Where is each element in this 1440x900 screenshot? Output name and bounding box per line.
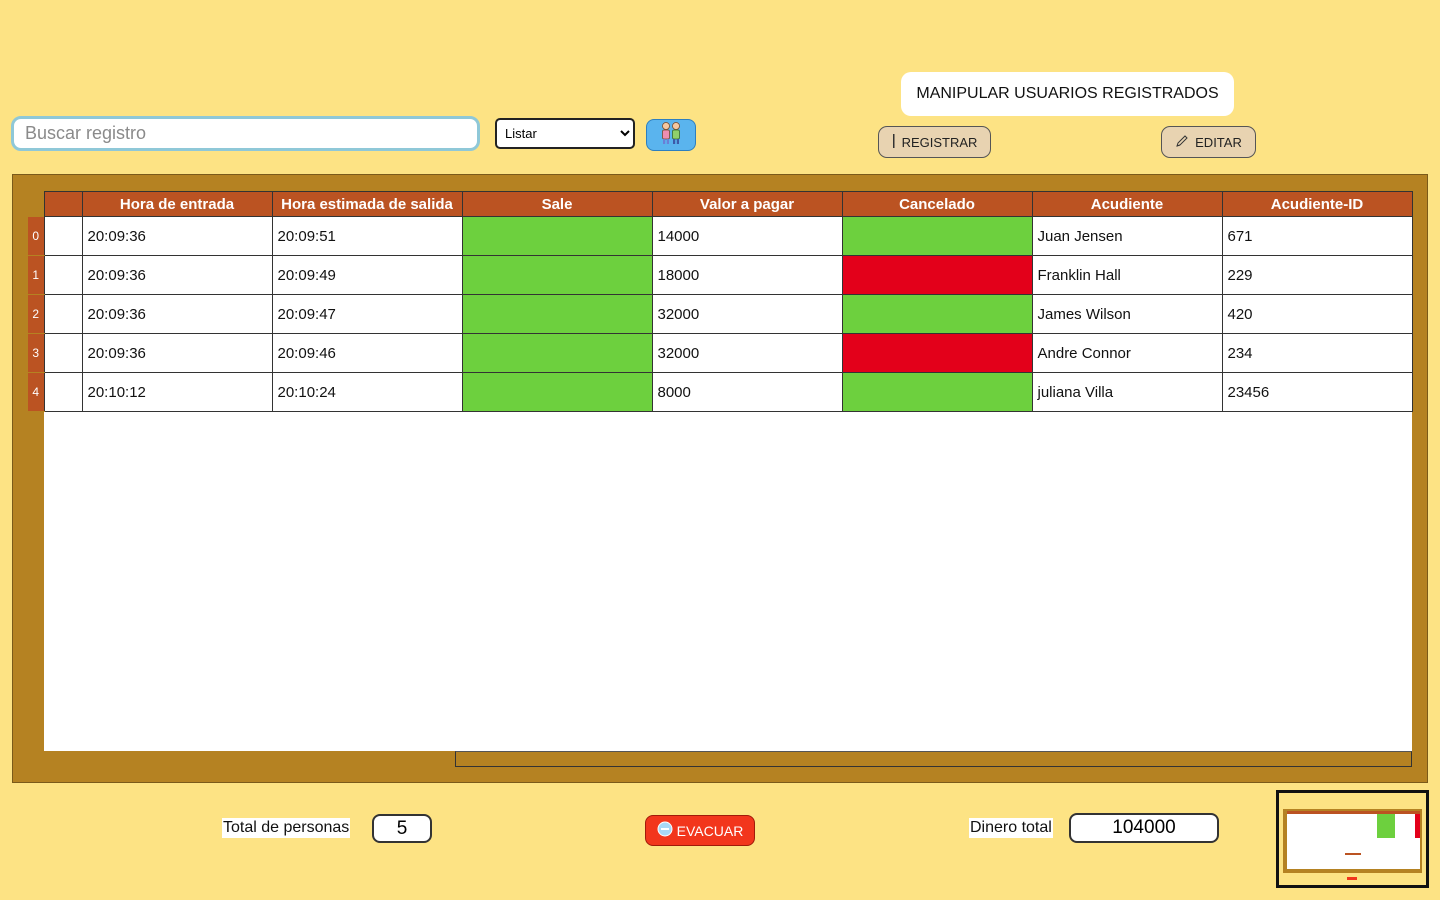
amount-cell[interactable]: 14000 (651, 216, 843, 256)
column-header[interactable] (43, 191, 83, 217)
table-row[interactable]: 3 20:09:36 20:09:46 32000 Andre Connor 234 (28, 333, 1413, 373)
guardian-name-cell[interactable]: Franklin Hall (1031, 255, 1223, 295)
guardian-name-cell[interactable]: Juan Jensen (1031, 216, 1223, 256)
guardian-name-cell[interactable]: juliana Villa (1031, 372, 1223, 412)
guardian-id-cell[interactable]: 234 (1221, 333, 1413, 373)
blank-cell[interactable] (43, 255, 83, 295)
entry-time-cell[interactable]: 20:09:36 (81, 333, 273, 373)
amount-cell[interactable]: 8000 (651, 372, 843, 412)
children-icon (658, 121, 684, 150)
table-row[interactable]: 4 20:10:12 20:10:24 8000 juliana Villa 23456 (28, 372, 1413, 412)
sale-status-cell[interactable] (461, 216, 653, 256)
row-index[interactable]: 2 (28, 294, 44, 334)
exit-time-cell[interactable]: 20:10:24 (271, 372, 463, 412)
horizontal-scrollbar[interactable] (455, 751, 1412, 767)
row-index[interactable]: 0 (28, 216, 44, 256)
column-header-salida[interactable]: Hora estimada de salida (271, 191, 463, 217)
evacuate-label: EVACUAR (676, 822, 744, 839)
column-header-acudiente[interactable]: Acudiente (1031, 191, 1223, 217)
table-row[interactable]: 2 20:09:36 20:09:47 32000 James Wilson 420 (28, 294, 1413, 334)
pencil-icon (1175, 134, 1189, 151)
sale-status-cell[interactable] (461, 372, 653, 412)
entry-time-cell[interactable]: 20:10:12 (81, 372, 273, 412)
entry-time-cell[interactable]: 20:09:36 (81, 216, 273, 256)
cursor-icon (892, 133, 896, 151)
edit-label: EDITAR (1195, 134, 1242, 150)
blank-cell[interactable] (43, 216, 83, 256)
guardian-id-cell[interactable]: 23456 (1221, 372, 1413, 412)
sale-status-cell[interactable] (461, 294, 653, 334)
table-row[interactable]: 0 20:09:36 20:09:51 14000 Juan Jensen 671 (28, 216, 1413, 256)
cancelled-status-cell[interactable] (841, 255, 1033, 295)
row-index[interactable]: 3 (28, 333, 44, 373)
list-select[interactable]: Listar (495, 118, 635, 149)
page-title: MANIPULAR USUARIOS REGISTRADOS (901, 72, 1234, 116)
column-header-entrada[interactable]: Hora de entrada (81, 191, 273, 217)
cancelled-status-cell[interactable] (841, 216, 1033, 256)
amount-cell[interactable]: 18000 (651, 255, 843, 295)
records-table: Hora de entrada Hora estimada de salida … (28, 191, 1413, 412)
blank-cell[interactable] (43, 294, 83, 334)
column-header-valor[interactable]: Valor a pagar (651, 191, 843, 217)
guardian-id-cell[interactable]: 420 (1221, 294, 1413, 334)
blank-cell[interactable] (43, 372, 83, 412)
column-header-acudiente-id[interactable]: Acudiente-ID (1221, 191, 1413, 217)
total-persons-value: 5 (372, 814, 432, 843)
amount-cell[interactable]: 32000 (651, 294, 843, 334)
exit-icon (657, 821, 673, 840)
row-index[interactable]: 1 (28, 255, 44, 295)
sale-status-cell[interactable] (461, 255, 653, 295)
blank-cell[interactable] (43, 333, 83, 373)
total-money-label: Dinero total (969, 818, 1053, 838)
total-persons-label: Total de personas (222, 818, 351, 838)
exit-time-cell[interactable]: 20:09:51 (271, 216, 463, 256)
sale-status-cell[interactable] (461, 333, 653, 373)
guardian-id-cell[interactable]: 229 (1221, 255, 1413, 295)
evacuate-button[interactable]: EVACUAR (645, 815, 755, 846)
total-money-value: 104000 (1069, 813, 1219, 843)
cancelled-status-cell[interactable] (841, 372, 1033, 412)
edit-button[interactable]: EDITAR (1161, 126, 1256, 158)
search-input[interactable] (11, 116, 480, 151)
register-button[interactable]: REGISTRAR (878, 126, 991, 158)
entry-time-cell[interactable]: 20:09:36 (81, 294, 273, 334)
row-index-header (28, 191, 44, 217)
guardian-name-cell[interactable]: Andre Connor (1031, 333, 1223, 373)
exit-time-cell[interactable]: 20:09:47 (271, 294, 463, 334)
row-index[interactable]: 4 (28, 372, 44, 412)
entry-time-cell[interactable]: 20:09:36 (81, 255, 273, 295)
table-header-row: Hora de entrada Hora estimada de salida … (28, 191, 1413, 217)
amount-cell[interactable]: 32000 (651, 333, 843, 373)
table-row[interactable]: 1 20:09:36 20:09:49 18000 Franklin Hall 229 (28, 255, 1413, 295)
guardian-name-cell[interactable]: James Wilson (1031, 294, 1223, 334)
register-label: REGISTRAR (901, 134, 978, 150)
cancelled-status-cell[interactable] (841, 294, 1033, 334)
exit-time-cell[interactable]: 20:09:49 (271, 255, 463, 295)
window-thumbnail[interactable] (1276, 790, 1429, 888)
children-button[interactable] (646, 119, 696, 151)
guardian-id-cell[interactable]: 671 (1221, 216, 1413, 256)
exit-time-cell[interactable]: 20:09:46 (271, 333, 463, 373)
column-header-cancelado[interactable]: Cancelado (841, 191, 1033, 217)
column-header-sale[interactable]: Sale (461, 191, 653, 217)
cancelled-status-cell[interactable] (841, 333, 1033, 373)
